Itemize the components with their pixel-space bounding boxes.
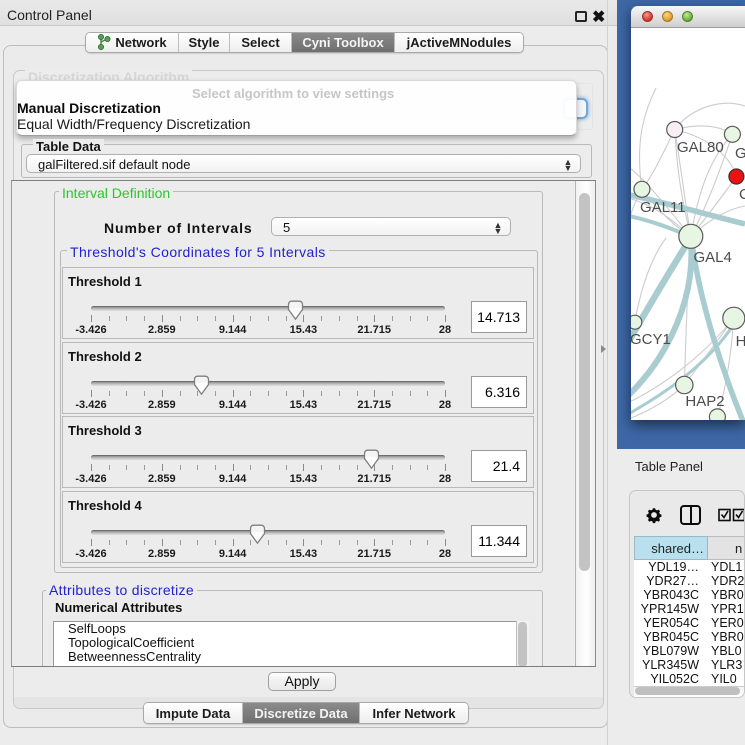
svg-text:GAL80: GAL80: [677, 139, 724, 156]
svg-text:GAL4: GAL4: [694, 249, 732, 266]
svg-text:HAP2: HAP2: [685, 393, 724, 410]
svg-text:GCY1: GCY1: [631, 331, 671, 348]
svg-text:GAL11: GAL11: [640, 199, 686, 216]
svg-text:HIS4: HIS4: [736, 333, 745, 350]
svg-text:GAL7: GAL7: [735, 145, 745, 162]
svg-text:CDC6: CDC6: [739, 186, 745, 203]
